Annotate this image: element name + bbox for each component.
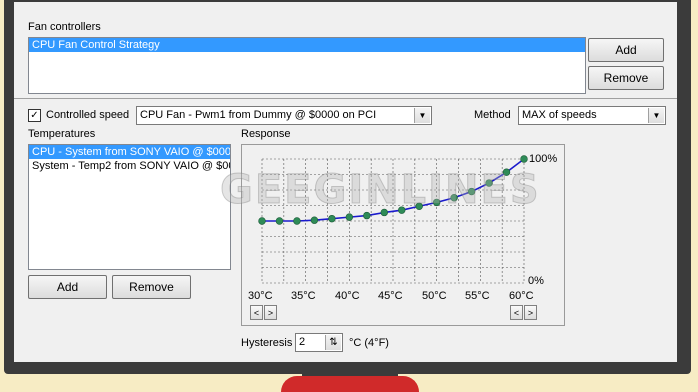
chevron-down-icon[interactable]: ▼ xyxy=(414,108,430,123)
x-tick-label: 45°C xyxy=(378,290,403,302)
curve-point[interactable] xyxy=(345,213,354,221)
chart-y-bottom-label: 0% xyxy=(528,275,544,287)
method-select-value: MAX of speeds xyxy=(522,109,597,121)
curve-point[interactable] xyxy=(275,217,284,225)
fan-controller-remove-button[interactable]: Remove xyxy=(588,66,664,90)
curve-point[interactable] xyxy=(258,217,266,225)
x-tick-label: 60°C xyxy=(509,290,534,302)
fan-controller-add-button[interactable]: Add xyxy=(588,38,664,62)
temperatures-list[interactable]: CPU - System from SONY VAIO @ $000 Syste… xyxy=(28,144,231,270)
temperature-item[interactable]: CPU - System from SONY VAIO @ $000 xyxy=(29,145,230,159)
fan-select-value: CPU Fan - Pwm1 from Dummy @ $0000 on PCI xyxy=(140,109,377,121)
method-select[interactable]: MAX of speeds ▼ xyxy=(518,106,666,125)
monitor-stand xyxy=(281,376,419,392)
fan-settings-window: Fan controllers CPU Fan Control Strategy… xyxy=(14,2,677,362)
hysteresis-spinbox[interactable]: 2 ⇅ xyxy=(295,333,343,352)
controlled-speed-label: Controlled speed xyxy=(46,109,130,121)
hysteresis-label: Hysteresis xyxy=(241,337,293,349)
curve-point[interactable] xyxy=(328,214,336,223)
x-tick-label: 30°C xyxy=(248,290,273,302)
x-tick-label: 50°C xyxy=(422,290,447,302)
x-tick-label: 55°C xyxy=(465,290,490,302)
curve-point[interactable] xyxy=(310,216,319,224)
temperature-add-button[interactable]: Add xyxy=(28,275,107,299)
controlled-speed-checkbox[interactable]: ✓ xyxy=(28,109,41,122)
watermark: GEEGINLINES xyxy=(220,167,541,214)
hysteresis-unit: °C (4°F) xyxy=(349,337,389,349)
x-tick-label: 35°C xyxy=(291,290,316,302)
curve-point[interactable] xyxy=(363,211,371,220)
scroll-right-icon[interactable]: > xyxy=(264,305,277,320)
temperature-remove-button[interactable]: Remove xyxy=(112,275,191,299)
method-label: Method xyxy=(474,109,511,121)
curve-point[interactable] xyxy=(520,155,528,163)
scroll-right-icon[interactable]: > xyxy=(524,305,537,320)
scroll-left-icon[interactable]: < xyxy=(250,305,263,320)
curve-point[interactable] xyxy=(293,217,301,225)
fan-controllers-label: Fan controllers xyxy=(28,21,101,33)
fan-select[interactable]: CPU Fan - Pwm1 from Dummy @ $0000 on PCI… xyxy=(136,106,432,125)
fan-controller-item[interactable]: CPU Fan Control Strategy xyxy=(29,38,585,52)
temperatures-label: Temperatures xyxy=(28,128,96,140)
x-tick-label: 40°C xyxy=(335,290,360,302)
hysteresis-value: 2 xyxy=(299,336,306,348)
chart-y-top-label: 100% xyxy=(529,153,558,165)
chevron-down-icon[interactable]: ▼ xyxy=(648,108,664,123)
section-divider xyxy=(14,98,677,99)
response-label: Response xyxy=(241,128,291,140)
spinner-arrows-icon[interactable]: ⇅ xyxy=(325,335,341,350)
fan-controllers-list[interactable]: CPU Fan Control Strategy xyxy=(28,37,586,94)
scroll-left-icon[interactable]: < xyxy=(510,305,523,320)
temperature-item[interactable]: System - Temp2 from SONY VAIO @ $00 xyxy=(29,159,230,173)
